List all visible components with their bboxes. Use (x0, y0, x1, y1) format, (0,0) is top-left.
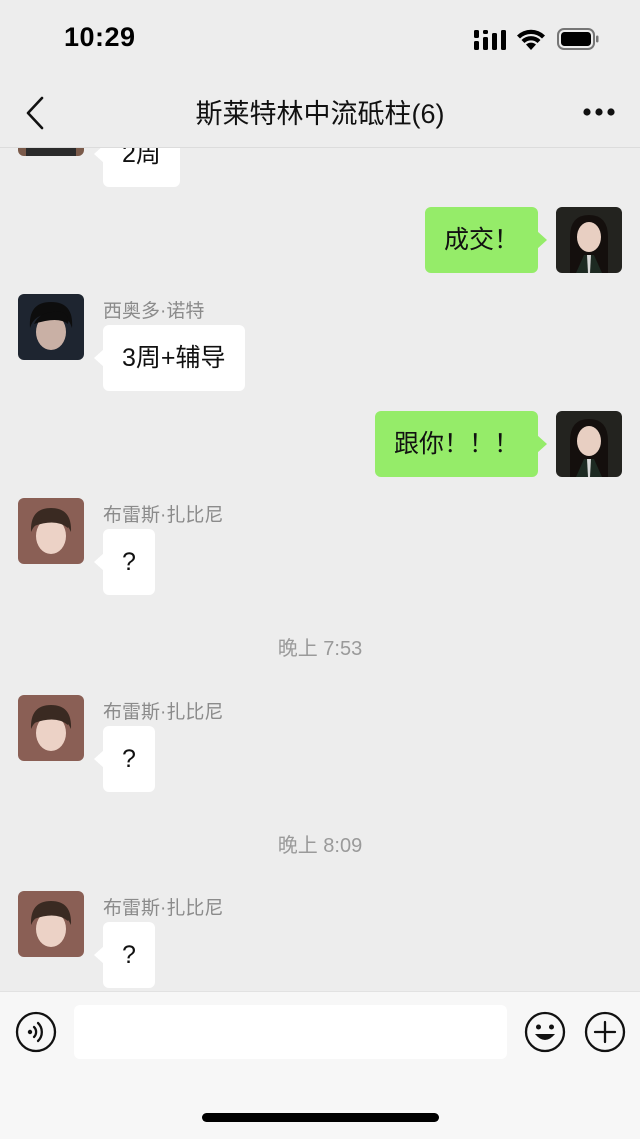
sender-name: 西奥多·诺特 (103, 301, 205, 322)
battery-icon (557, 28, 599, 50)
avatar[interactable] (18, 498, 84, 564)
message-bubble-outgoing[interactable]: 成交！ (424, 207, 548, 273)
time-divider: 晚上 8:09 (277, 835, 363, 857)
wifi-icon (517, 29, 545, 50)
home-indicator[interactable] (202, 1113, 439, 1122)
sender-name: 布雷斯·扎比尼 (103, 898, 224, 919)
avatar[interactable] (18, 294, 84, 360)
cellular-signal-icon (474, 30, 506, 50)
sender-name: 布雷斯·扎比尼 (103, 702, 224, 723)
status-time: 10:29 (64, 22, 136, 52)
message-input[interactable] (74, 1005, 507, 1059)
message-bubble-outgoing[interactable]: 跟你！！！ (374, 411, 548, 477)
sender-name: 布雷斯·扎比尼 (103, 505, 224, 526)
message-list[interactable]: 2周 成交！ 西奥多·诺特 3周+辅导 跟你！！！ 布雷斯·扎比尼 ? 晚上 7… (0, 148, 640, 991)
message-bubble-incoming[interactable]: ? (94, 922, 155, 988)
input-bar (0, 991, 640, 1139)
plus-icon[interactable] (584, 1011, 626, 1053)
time-divider: 晚上 7:53 (277, 638, 363, 660)
avatar[interactable] (556, 411, 622, 477)
avatar[interactable] (556, 207, 622, 273)
message-bubble-incoming[interactable]: 3周+辅导 (94, 325, 245, 391)
status-bar: 10:29 (0, 0, 640, 78)
avatar[interactable] (18, 891, 84, 957)
emoji-icon[interactable] (524, 1011, 566, 1053)
message-bubble-incoming[interactable]: ? (94, 529, 155, 595)
avatar[interactable] (18, 695, 84, 761)
message-bubble-incoming[interactable]: ? (94, 726, 155, 792)
voice-icon[interactable] (15, 1011, 57, 1053)
more-dots-icon[interactable] (582, 106, 616, 118)
chat-header: 斯莱特林中流砥柱(6) (0, 78, 640, 148)
message-bubble-incoming[interactable]: 2周 (94, 148, 180, 187)
avatar[interactable] (18, 148, 84, 156)
chat-title: 斯莱特林中流砥柱(6) (195, 99, 445, 129)
